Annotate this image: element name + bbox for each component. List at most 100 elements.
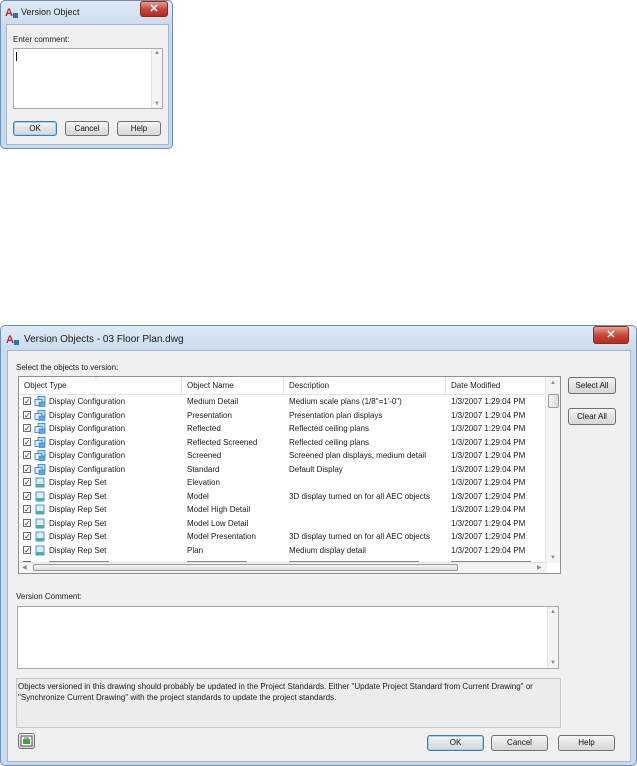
scroll-up-icon[interactable]: ▲ <box>548 609 558 615</box>
cell-object-type: Display Rep Set <box>49 545 107 555</box>
cell-object-name: Model High Detail <box>187 505 251 514</box>
info-panel: Objects versioned in this drawing should… <box>16 678 561 728</box>
scroll-down-icon[interactable]: ▼ <box>548 660 558 666</box>
version-tool-button[interactable] <box>18 733 35 749</box>
cell-object-type: Display Configuration <box>49 397 126 406</box>
row-checkbox[interactable]: ✓ <box>23 491 31 500</box>
cell-object-type: Display Configuration <box>49 424 126 433</box>
table-row[interactable]: ✓ Display Configuration Reflected Screened… <box>19 436 546 450</box>
display-rep-set-icon <box>34 504 46 515</box>
cell-date-modified: 1/3/2007 1:29:04 PM <box>451 410 526 420</box>
row-checkbox[interactable]: ✓ <box>23 478 31 487</box>
cell-description: Reflected ceiling plans <box>289 424 370 433</box>
table-row[interactable]: ✓ Display Rep Set Elevation 1/3/2007 1:29:0… <box>19 476 546 490</box>
row-checkbox[interactable]: ✓ <box>23 397 31 406</box>
display-rep-set-icon <box>34 477 46 488</box>
comment-input[interactable]: ▲ ▼ <box>13 48 163 109</box>
cell-date-modified: 1/3/2007 1:29:04 PM <box>451 437 526 447</box>
scroll-down-icon[interactable]: ▼ <box>546 555 560 561</box>
display-rep-set-icon <box>34 518 46 529</box>
cell-object-type: Display Configuration <box>49 464 126 474</box>
column-object-type[interactable]: Object Type ^ <box>19 377 182 394</box>
close-icon: ✕ <box>606 329 616 341</box>
row-checkbox[interactable]: ✓ <box>23 464 31 473</box>
row-checkbox[interactable]: ✓ <box>23 424 31 433</box>
cell-object-name: Model <box>187 491 209 501</box>
table-row[interactable]: ✓ Display Configuration Standard Default Di… <box>19 463 546 477</box>
ok-button[interactable]: OK <box>427 735 484 751</box>
dialog-title: Version Objects - 03 Floor Plan.dwg <box>24 334 184 345</box>
table-row[interactable]: ✓ Display Rep Set Model Low Detail 1/3/2007… <box>19 517 546 531</box>
cancel-button[interactable]: Cancel <box>65 121 109 136</box>
list-horizontal-scrollbar[interactable]: ◀ ▶ <box>19 562 547 573</box>
cell-date-modified: 1/3/2007 1:29:04 PM <box>451 518 526 528</box>
autocad-app-icon <box>6 332 20 346</box>
row-checkbox[interactable]: ✓ <box>23 532 31 541</box>
row-checkbox[interactable]: ✓ <box>23 545 31 554</box>
display-rep-set-icon <box>34 531 46 542</box>
cell-description: Default Display <box>289 464 343 474</box>
table-row[interactable]: ✓ Display Rep Set Model Presentation 3D dis… <box>19 530 546 544</box>
row-checkbox[interactable]: ✓ <box>23 451 31 460</box>
comment-scrollbar[interactable]: ▲ ▼ <box>547 607 558 668</box>
ok-button[interactable]: OK <box>13 121 57 136</box>
cell-description: 3D display turned on for all AEC objects <box>289 532 430 541</box>
version-objects-dialog: Version Objects - 03 Floor Plan.dwg ✕ Se… <box>0 325 637 766</box>
clear-all-button[interactable]: Clear All <box>568 408 616 425</box>
cell-object-type: Display Rep Set <box>49 491 107 501</box>
scroll-left-icon[interactable]: ◀ <box>22 564 27 571</box>
display-config-icon <box>34 396 46 407</box>
table-row[interactable]: ✓ Display Rep Set Model 3D display turned o… <box>19 490 546 504</box>
cell-object-type: Display Rep Set <box>49 505 107 514</box>
help-button[interactable]: Help <box>117 121 161 136</box>
scroll-right-icon[interactable]: ▶ <box>537 564 542 571</box>
row-checkbox[interactable]: ✓ <box>23 505 31 514</box>
scroll-thumb[interactable] <box>548 394 559 408</box>
row-checkbox[interactable]: ✓ <box>23 437 31 446</box>
table-row[interactable]: ✓ Display Configuration Presentation Presen… <box>19 409 546 423</box>
cell-date-modified: 1/3/2007 1:29:04 PM <box>451 545 526 555</box>
close-button[interactable]: ✕ <box>140 1 168 17</box>
row-checkbox[interactable]: ✓ <box>23 518 31 527</box>
display-rep-set-icon <box>34 545 46 556</box>
select-all-button[interactable]: Select All <box>568 377 616 394</box>
cell-date-modified: 1/3/2007 1:29:04 PM <box>451 397 526 406</box>
list-vertical-scrollbar[interactable]: ▲ ▼ <box>545 377 560 563</box>
version-comment-input[interactable]: ▲ ▼ <box>17 606 559 669</box>
cell-object-name: Model Low Detail <box>187 518 249 528</box>
version-tool-icon <box>20 735 33 747</box>
cell-description: Reflected ceiling plans <box>289 437 370 447</box>
scroll-down-icon[interactable]: ▼ <box>152 101 162 107</box>
cell-object-name: Reflected <box>187 424 221 433</box>
cell-object-type: Display Configuration <box>49 451 126 460</box>
scroll-up-icon[interactable]: ▲ <box>152 50 162 56</box>
scroll-up-icon[interactable]: ▲ <box>546 380 560 386</box>
cell-object-name: Elevation <box>187 478 220 487</box>
table-row[interactable]: ✓ Display Rep Set Plan Medium display detai… <box>19 544 546 558</box>
objects-list[interactable]: Object Type ^ Object Name Description Da… <box>18 376 561 574</box>
text-caret <box>16 52 17 61</box>
scroll-thumb[interactable] <box>33 564 458 571</box>
cell-date-modified: 1/3/2007 1:29:04 PM <box>451 424 526 433</box>
row-checkbox[interactable]: ✓ <box>23 410 31 419</box>
table-row[interactable]: ✓ Display Configuration Reflected Reflected… <box>19 422 546 436</box>
column-description[interactable]: Description <box>284 377 446 394</box>
cell-description: Presentation plan displays <box>289 410 383 420</box>
table-row[interactable]: ✓ Display Configuration Screened Screened p… <box>19 449 546 463</box>
comment-scrollbar[interactable]: ▲ ▼ <box>151 49 162 108</box>
cell-object-name: Plan <box>187 545 204 555</box>
cell-object-name: Presentation <box>187 410 232 420</box>
cell-date-modified: 1/3/2007 1:29:04 PM <box>451 491 526 501</box>
close-button[interactable]: ✕ <box>593 326 629 344</box>
dialog-client-area: Select the objects to version: Object Ty… <box>7 350 631 762</box>
column-date-modified[interactable]: Date Modified <box>446 377 546 394</box>
cell-object-type: Display Rep Set <box>49 532 107 541</box>
cancel-button[interactable]: Cancel <box>491 735 548 751</box>
table-row[interactable]: ✓ Display Rep Set Model High Detail 1/3/200… <box>19 503 546 517</box>
cell-object-name: Model Presentation <box>187 532 256 541</box>
column-object-name[interactable]: Object Name <box>182 377 284 394</box>
list-header: Object Type ^ Object Name Description Da… <box>19 377 546 395</box>
table-row[interactable]: ✓ Display Configuration Medium Detail Mediu… <box>19 395 546 409</box>
version-comment-label: Version Comment: <box>16 592 82 601</box>
help-button[interactable]: Help <box>558 735 615 751</box>
